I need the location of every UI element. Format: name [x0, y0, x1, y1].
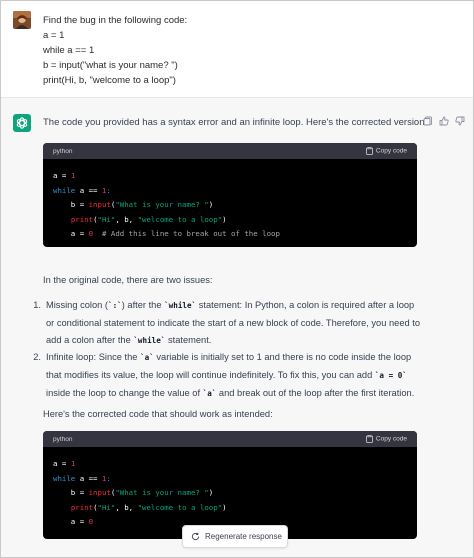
code-block-2-body: a = 1 while a == 1: b = input("What is y…	[43, 447, 417, 530]
code-line: while a == 1:	[53, 473, 111, 483]
code-line: print("Hi", b, "welcome to a loop")	[70, 214, 227, 224]
user-avatar	[13, 11, 31, 29]
issues-intro: In the original code, there are two issu…	[43, 275, 213, 285]
issue-item: 2. Infinite loop: Since the `a` variable…	[27, 349, 427, 402]
user-line: a = 1	[43, 30, 65, 41]
code-language-label: python	[53, 148, 73, 155]
code-line: a = 1	[53, 459, 76, 468]
issue-line: that modifies its value, the loop will c…	[46, 370, 407, 381]
copy-code-button[interactable]: Copy code	[366, 147, 407, 155]
copy-code-label: Copy code	[375, 147, 407, 155]
issue-number: 1.	[33, 300, 41, 310]
code-line: a = 0	[53, 517, 94, 527]
issue-line: add a colon after the `while` statement.	[46, 334, 212, 345]
code-block-header: python Copy code	[43, 431, 417, 447]
issue-number: 2.	[33, 352, 41, 363]
code-line: while a == 1:	[53, 185, 111, 195]
assistant-message: The code you provided has a syntax error…	[1, 97, 473, 557]
code-line: a = 0 # Add this line to break out of th…	[53, 229, 280, 239]
issue-line: inside the loop to change the value of `…	[46, 387, 415, 398]
user-message: Find the bug in the following code: a = …	[1, 1, 473, 97]
user-line: b = input("what is your name? ")	[43, 60, 178, 71]
code-line: a = 1	[53, 171, 76, 180]
code-block-2: python Copy code a = 1 while a == 1: b =…	[43, 431, 417, 539]
copy-code-label: Copy code	[375, 435, 407, 443]
issues-list: 1. Missing colon (`:`) after the `while`…	[27, 297, 427, 403]
copy-code-button[interactable]: Copy code	[366, 435, 407, 443]
clipboard-icon	[366, 147, 373, 155]
refresh-icon	[191, 532, 200, 541]
user-line: print(Hi, b, "welcome to a loop")	[43, 75, 176, 86]
issue-line: or conditional statement to indicate the…	[46, 317, 420, 328]
user-message-text: Find the bug in the following code: a = …	[43, 13, 187, 88]
user-line: Find the bug in the following code:	[43, 15, 188, 26]
clipboard-icon	[366, 435, 373, 443]
code-line: b = input("What is your name? ")	[53, 488, 214, 498]
regenerate-label: Regenerate response	[205, 531, 282, 541]
code-block-1-body: a = 1 while a == 1: b = input("What is y…	[43, 159, 417, 242]
issue-item: 1. Missing colon (`:`) after the `while`…	[27, 297, 427, 349]
chat-window: Find the bug in the following code: a = …	[0, 0, 474, 558]
code-block-1: python Copy code a = 1 while a == 1: b =…	[43, 143, 417, 247]
thumbs-down-icon[interactable]	[455, 116, 465, 126]
issue-line: Missing colon (`:`) after the `while` st…	[46, 300, 415, 310]
chatgpt-logo-icon	[13, 114, 31, 132]
code-line: b = input("What is your name? ")	[53, 200, 214, 210]
code-language-label: python	[53, 436, 73, 443]
thumbs-up-icon[interactable]	[439, 116, 449, 126]
corrected-intro: Here's the corrected code that should wo…	[43, 409, 273, 419]
copy-icon[interactable]	[423, 116, 433, 126]
code-line: print("Hi", b, "welcome to a loop")	[70, 502, 227, 512]
issue-line: Infinite loop: Since the `a` variable is…	[46, 352, 412, 363]
assistant-intro: The code you provided has a syntax error…	[43, 117, 428, 128]
user-line: while a == 1	[43, 45, 95, 56]
regenerate-response-button[interactable]: Regenerate response	[182, 525, 288, 548]
code-block-header: python Copy code	[43, 143, 417, 159]
